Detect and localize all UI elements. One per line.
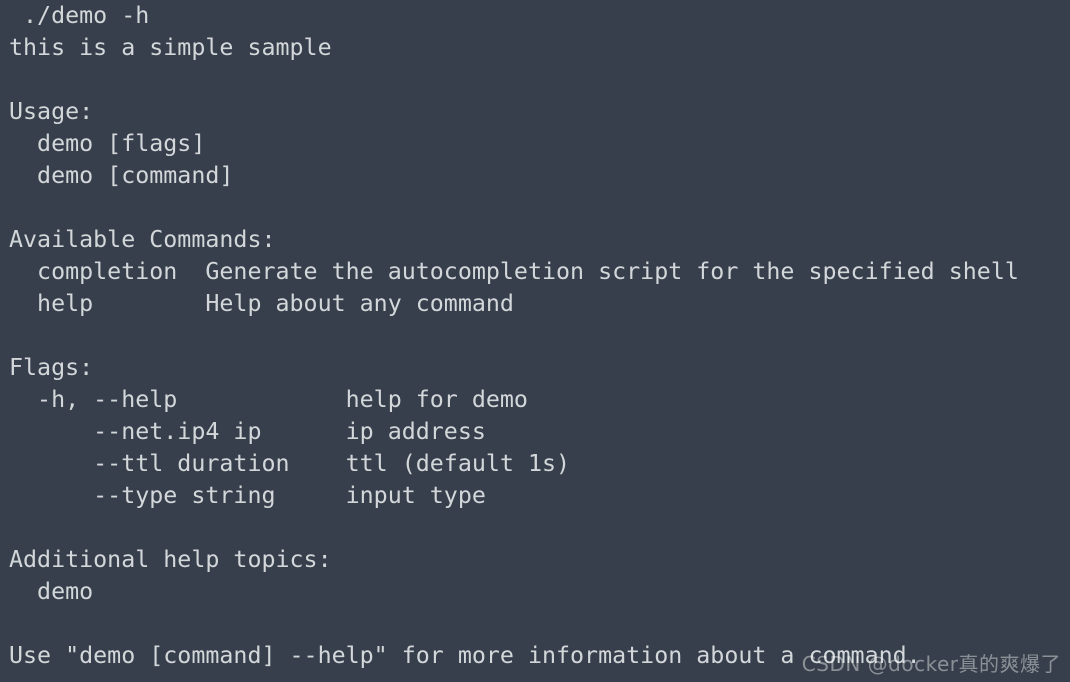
terminal-line-command: ./demo -h (9, 2, 150, 29)
terminal-line-flag-ttl: --ttl duration ttl (default 1s) (9, 450, 571, 477)
terminal-output: ./demo -h this is a simple sample Usage: d… (9, 0, 1019, 672)
terminal-line-footer: Use "demo [command] --help" for more inf… (9, 642, 921, 669)
terminal-line-flag-help: -h, --help help for demo (9, 386, 528, 413)
terminal-line-flag-net-ip4: --net.ip4 ip ip address (9, 418, 486, 445)
terminal-line-flags-heading: Flags: (9, 354, 94, 381)
terminal-line-help-topic-demo: demo (9, 578, 94, 605)
terminal-line-blank-4 (9, 512, 1019, 544)
terminal-line-blank-3 (9, 320, 1019, 352)
terminal-line-command-completion: completion Generate the autocompletion s… (9, 258, 1019, 285)
terminal-line-blank-2 (9, 192, 1019, 224)
terminal-line-usage-heading: Usage: (9, 98, 94, 125)
terminal-line-usage-flags: demo [flags] (9, 130, 206, 157)
terminal-line-help-topics-heading: Additional help topics: (9, 546, 332, 573)
terminal-window[interactable]: ./demo -h this is a simple sample Usage: d… (0, 0, 1070, 682)
terminal-line-command-help: help Help about any command (9, 290, 514, 317)
terminal-line-usage-command: demo [command] (9, 162, 234, 189)
terminal-line-intro: this is a simple sample (9, 34, 332, 61)
terminal-line-flag-type: --type string input type (9, 482, 486, 509)
terminal-line-commands-heading: Available Commands: (9, 226, 276, 253)
terminal-line-blank-1 (9, 64, 1019, 96)
terminal-line-blank-5 (9, 608, 1019, 640)
